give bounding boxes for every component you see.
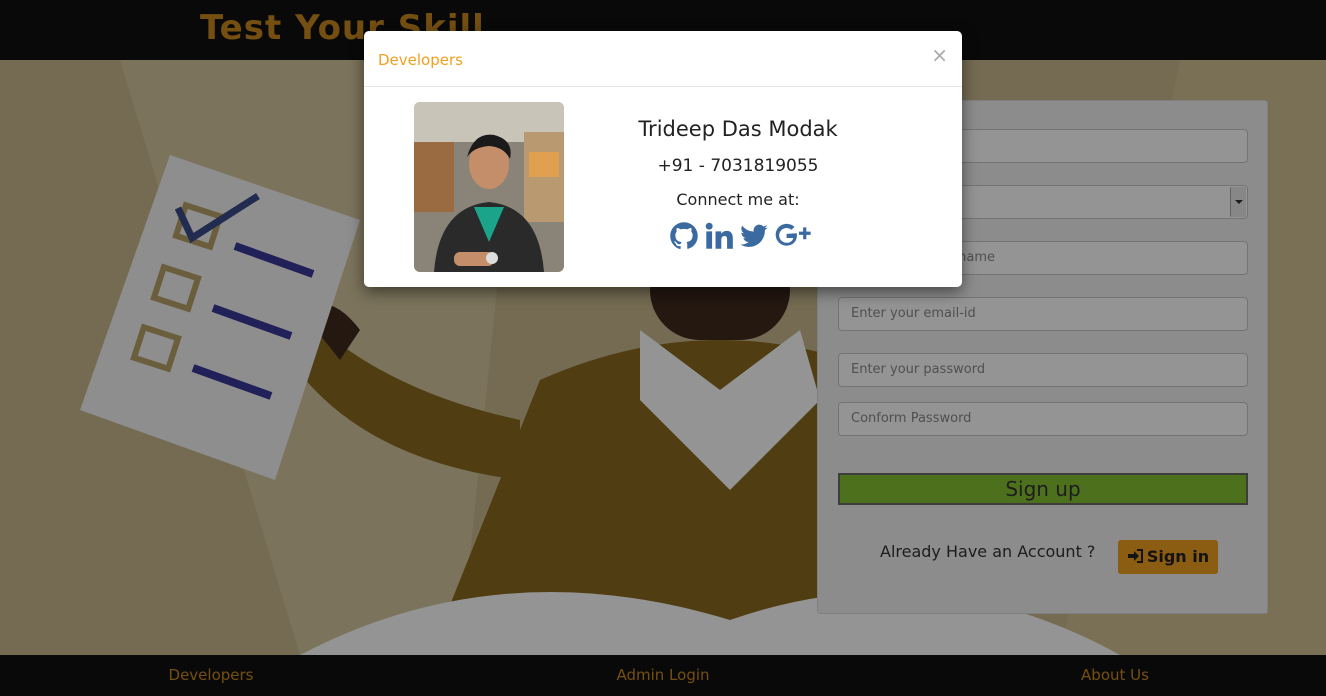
developer-name: Trideep Das Modak [638, 117, 838, 141]
github-icon[interactable] [669, 221, 699, 251]
modal-title: Developers [378, 51, 463, 69]
developer-phone: +91 - 7031819055 [657, 156, 819, 176]
linkedin-icon[interactable] [705, 221, 733, 251]
close-icon[interactable]: × [931, 43, 948, 67]
developer-photo [414, 102, 564, 272]
google-plus-icon[interactable] [773, 221, 815, 251]
connect-label: Connect me at: [676, 190, 800, 209]
twitter-icon[interactable] [739, 221, 769, 251]
developers-modal: Developers × Trideep Das Modak +91 - 703… [364, 31, 962, 287]
modal-header: Developers × [364, 31, 962, 87]
